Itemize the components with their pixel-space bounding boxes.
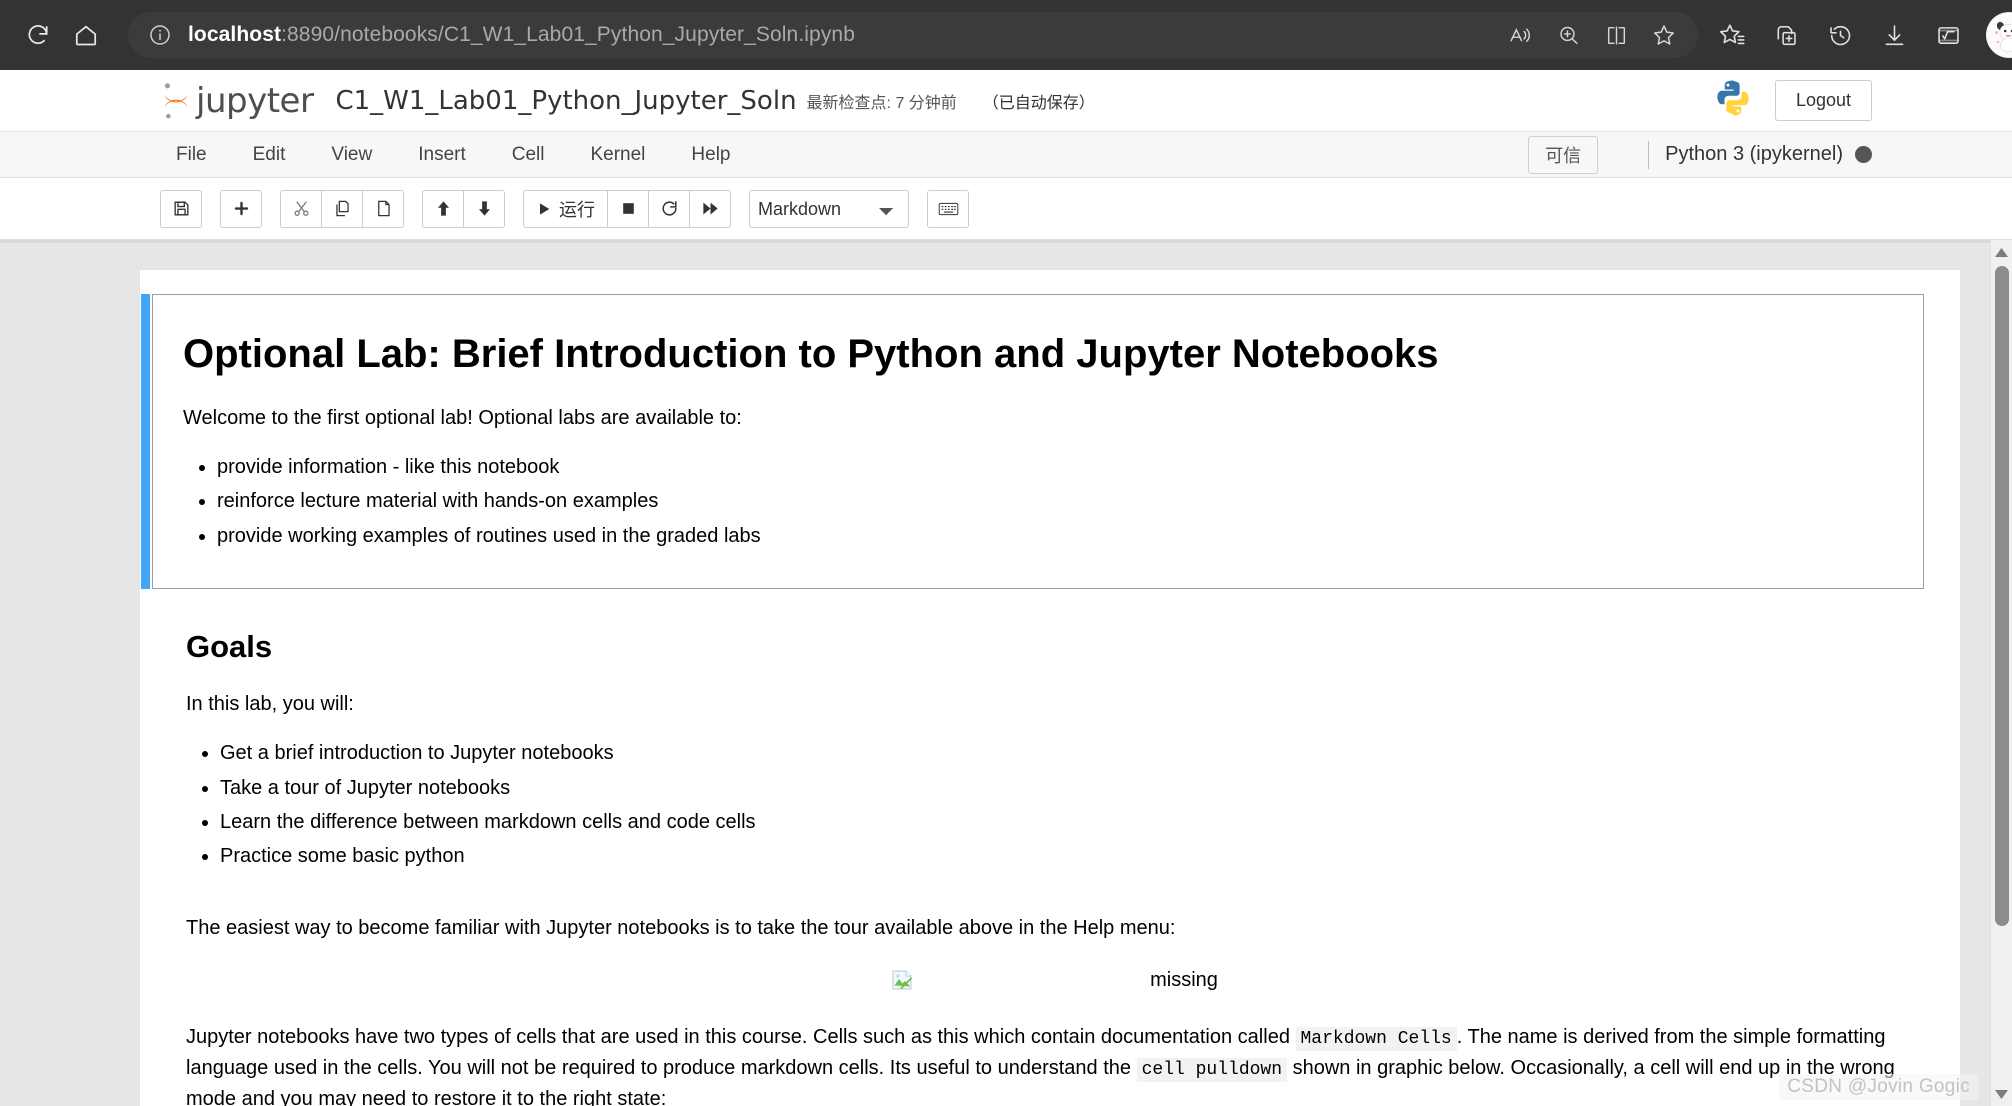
move-cell-up-button[interactable] — [422, 189, 464, 228]
restart-kernel-button[interactable] — [648, 189, 690, 228]
menubar-divider — [1648, 140, 1650, 169]
list-item: reinforce lecture material with hands-on… — [217, 485, 1893, 517]
goals-heading: Goals — [186, 629, 273, 665]
add-collection-icon[interactable] — [1762, 11, 1810, 59]
favorites-list-icon[interactable] — [1708, 11, 1756, 59]
browser-toolbar: localhost:8890/notebooks/C1_W1_Lab01_Pyt… — [0, 0, 2012, 70]
missing-image-alt-text: missing — [1150, 968, 1218, 991]
address-bar[interactable]: localhost:8890/notebooks/C1_W1_Lab01_Pyt… — [128, 12, 1698, 58]
toolbar-group-insert — [220, 189, 262, 228]
notebook-name[interactable]: C1_W1_Lab01_Python_Jupyter_Soln — [335, 86, 796, 116]
math-solver-icon[interactable] — [1924, 11, 1972, 59]
menu-cell[interactable]: Cell — [496, 136, 561, 174]
paste-cell-button[interactable] — [362, 189, 404, 228]
list-item: Get a brief introduction to Jupyter note… — [220, 737, 1924, 769]
url-host: localhost — [188, 23, 282, 46]
list-item: Take a tour of Jupyter notebooks — [220, 772, 1924, 804]
restart-run-all-button[interactable] — [689, 189, 731, 228]
interrupt-kernel-button[interactable] — [607, 189, 649, 228]
checkpoint-status: 最新检查点: 7 分钟前 — [806, 94, 957, 112]
notebook-scroll-area: Optional Lab: Brief Introduction to Pyth… — [0, 240, 2012, 1106]
notebook-cell-goals[interactable]: Goals In this lab, you will: Get a brief… — [158, 589, 1924, 1106]
zoom-icon[interactable] — [1546, 13, 1590, 57]
list-item: Practice some basic python — [220, 840, 1924, 872]
toolbar-group-run: 运行 — [523, 189, 731, 228]
para-part-1: Jupyter notebooks have two types of cell… — [186, 1025, 1296, 1048]
goals-bullets: Get a brief introduction to Jupyter note… — [186, 737, 1924, 873]
info-icon[interactable] — [148, 23, 172, 47]
menu-edit[interactable]: Edit — [237, 136, 302, 174]
menu-insert[interactable]: Insert — [402, 136, 482, 174]
toolbar-group-palette — [927, 189, 969, 228]
profile-avatar[interactable] — [1986, 12, 2012, 58]
cells-explanation-paragraph: Jupyter notebooks have two types of cell… — [186, 1022, 1924, 1106]
missing-image-row: missing — [186, 969, 1924, 992]
menu-view[interactable]: View — [315, 136, 388, 174]
copy-cell-button[interactable] — [321, 189, 363, 228]
downloads-icon[interactable] — [1870, 11, 1918, 59]
run-cell-label: 运行 — [559, 199, 595, 220]
python-logo-icon — [1713, 78, 1753, 123]
toolbar-group-celltype: Markdown — [749, 189, 909, 228]
insert-cell-below-button[interactable] — [220, 189, 262, 228]
jupyter-logo[interactable]: jupyter — [160, 80, 314, 121]
url-text: localhost:8890/notebooks/C1_W1_Lab01_Pyt… — [188, 23, 1498, 47]
jupyter-logo-icon — [164, 82, 188, 118]
browser-right-actions — [1708, 11, 2012, 59]
autosave-status: （已自动保存） — [982, 94, 1095, 112]
trusted-badge[interactable]: 可信 — [1528, 135, 1599, 174]
jupyter-logo-text: jupyter — [196, 80, 314, 121]
header-right: Logout — [1713, 78, 1872, 123]
inline-code-cell-pulldown: cell pulldown — [1136, 1057, 1288, 1082]
inline-code-markdown-cells: Markdown Cells — [1295, 1026, 1457, 1051]
broken-image-icon — [892, 969, 914, 991]
toolbar-group-move — [422, 189, 505, 228]
run-cell-button[interactable]: 运行 — [523, 189, 608, 228]
cell-intro-bullets: provide information - like this notebook… — [183, 451, 1893, 552]
addressbar-actions — [1498, 13, 1686, 57]
menu-kernel[interactable]: Kernel — [574, 136, 661, 174]
goals-intro-paragraph: In this lab, you will: — [186, 693, 354, 716]
menubar-right: 可信 Python 3 (ipykernel) — [1528, 135, 1872, 174]
list-item: provide information - like this notebook — [217, 451, 1893, 483]
cell-heading-title: Optional Lab: Brief Introduction to Pyth… — [183, 332, 1439, 376]
reload-icon[interactable] — [14, 11, 62, 59]
toolbar-group-clipboard — [280, 189, 404, 228]
save-button[interactable] — [160, 189, 202, 228]
cell-type-select[interactable]: Markdown — [749, 189, 909, 228]
menu-file[interactable]: File — [160, 136, 223, 174]
notebook-cell-intro[interactable]: Optional Lab: Brief Introduction to Pyth… — [141, 294, 1924, 590]
favorite-star-icon[interactable] — [1642, 13, 1686, 57]
read-aloud-icon[interactable] — [1498, 13, 1542, 57]
logout-button[interactable]: Logout — [1774, 80, 1872, 121]
list-item: Learn the difference between markdown ce… — [220, 806, 1924, 838]
jupyter-menubar: File Edit View Insert Cell Kernel Help 可… — [0, 132, 2012, 178]
jupyter-header: jupyter C1_W1_Lab01_Python_Jupyter_Soln … — [0, 70, 2012, 132]
notebook-page: Optional Lab: Brief Introduction to Pyth… — [140, 270, 1960, 1106]
home-icon[interactable] — [62, 11, 110, 59]
move-cell-down-button[interactable] — [463, 189, 505, 228]
scrollbar-thumb[interactable] — [1995, 266, 2009, 926]
tour-paragraph: The easiest way to become familiar with … — [186, 916, 1176, 939]
keyboard-shortcuts-button[interactable] — [927, 189, 969, 228]
jupyter-toolbar: 运行 Markdown — [0, 178, 2012, 240]
list-item: provide working examples of routines use… — [217, 520, 1893, 552]
watermark: CSDN @Jovin Gogic — [1779, 1074, 1978, 1100]
notebook-top-shadow — [0, 240, 1990, 243]
scroll-up-arrow-icon[interactable] — [1991, 242, 2012, 262]
cell-intro-paragraph: Welcome to the first optional lab! Optio… — [183, 407, 742, 429]
scroll-down-arrow-icon[interactable] — [1991, 1084, 2012, 1104]
kernel-status-indicator — [1855, 146, 1872, 163]
menu-help[interactable]: Help — [675, 136, 746, 174]
kernel-name[interactable]: Python 3 (ipykernel) — [1665, 143, 1843, 166]
cut-cell-button[interactable] — [280, 189, 322, 228]
toolbar-group-file — [160, 189, 202, 228]
history-icon[interactable] — [1816, 11, 1864, 59]
url-path: :8890/notebooks/C1_W1_Lab01_Python_Jupyt… — [281, 23, 855, 46]
split-screen-icon[interactable] — [1594, 13, 1638, 57]
vertical-scrollbar[interactable] — [1990, 240, 2012, 1106]
